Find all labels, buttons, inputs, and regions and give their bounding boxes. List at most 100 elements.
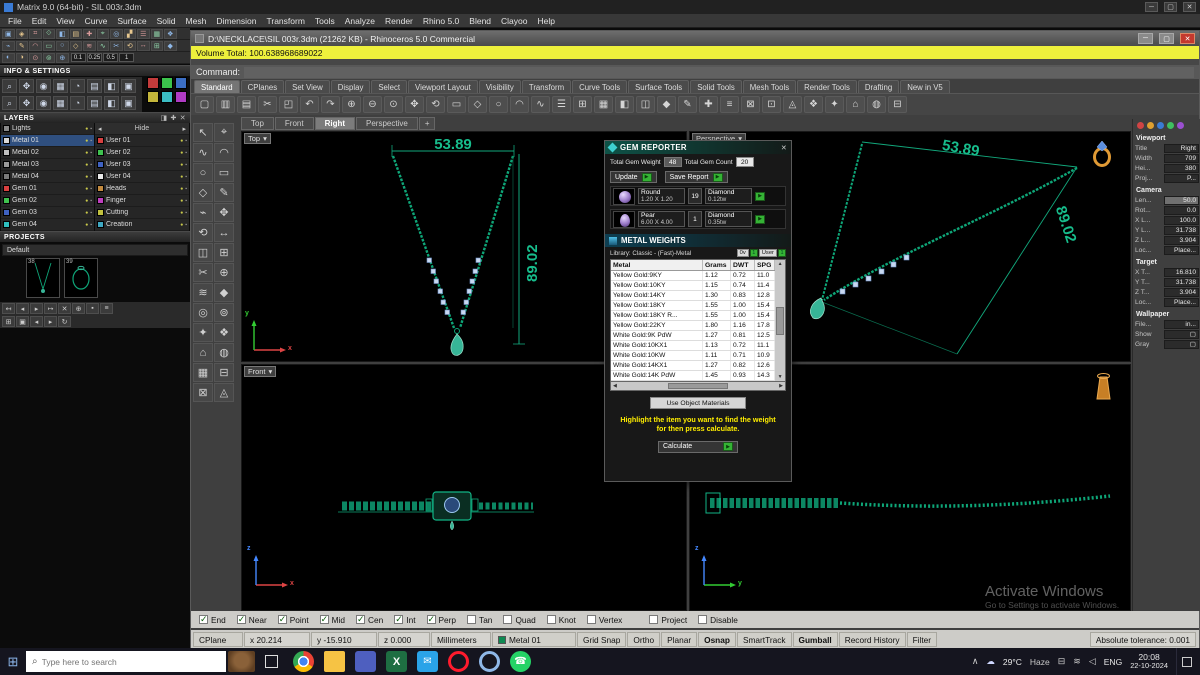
layer-row[interactable]: Gem 03 ● ▪ [1, 207, 94, 219]
project-tool-icon[interactable]: ✕ [58, 303, 71, 314]
status-toggle-button[interactable]: Osnap [698, 632, 736, 647]
hide-right-icon[interactable]: ▸ [182, 125, 186, 133]
layer-lock-icon[interactable]: ▪ [90, 222, 92, 228]
project-tool-icon[interactable]: ↦ [44, 303, 57, 314]
matrix-tool-icon[interactable]: ⟐ [42, 28, 55, 39]
menu-item[interactable]: Clayoo [496, 16, 532, 26]
checkbox-icon[interactable] [394, 614, 404, 625]
osnap-toggle[interactable]: End [199, 614, 226, 625]
layer-lock-icon[interactable]: ▪ [185, 138, 187, 144]
info-tool-icon[interactable]: ◔ [70, 96, 85, 110]
layer-color-chip[interactable] [97, 185, 104, 192]
project-item-default[interactable]: Default [2, 244, 188, 256]
matrix-tool-icon[interactable]: ◠ [29, 40, 42, 51]
status-toggle-button[interactable]: Filter [906, 632, 938, 647]
layer-color-chip[interactable] [3, 125, 10, 132]
layer-color-chip[interactable] [3, 209, 10, 216]
matrix-tool-icon[interactable]: ◎ [110, 28, 123, 39]
side-tool-icon[interactable]: ✦ [193, 323, 213, 342]
col-metal[interactable]: Metal [611, 260, 703, 270]
layer-row[interactable]: Cutting ● ▪ [95, 207, 189, 219]
checkbox-icon[interactable] [467, 615, 477, 624]
toolbar-tab[interactable]: New in V5 [900, 80, 950, 93]
checkbox-icon[interactable] [586, 615, 596, 624]
side-tool-icon[interactable]: ✎ [214, 183, 234, 202]
layer-visibility-icon[interactable]: ● [85, 138, 88, 144]
layer-row[interactable]: User 01 ● ▪ [95, 135, 189, 147]
weather-cond[interactable]: Haze [1030, 657, 1050, 667]
matrix-tool-icon[interactable]: ⊕ [56, 52, 69, 63]
side-tool-icon[interactable]: ↖ [193, 123, 213, 142]
side-tool-icon[interactable]: ❖ [214, 323, 234, 342]
toolbar-icon[interactable]: ∿ [531, 96, 550, 113]
metal-row[interactable]: White Gold:10KX1 1.13 0.72 11.1 [611, 341, 776, 351]
tray-expand-icon[interactable]: ∧ [972, 656, 979, 667]
metal-row[interactable]: White Gold:14K PdW 1.45 0.93 14.3 [611, 371, 776, 381]
new-viewport-tab[interactable]: + [418, 117, 436, 130]
menu-item[interactable]: Analyze [340, 16, 380, 26]
snap-value-button[interactable]: 0.5 [103, 53, 119, 62]
info-tool-icon[interactable]: ◧ [104, 79, 119, 93]
metal-row[interactable]: White Gold:9K PdW 1.27 0.81 12.5 [611, 331, 776, 341]
layer-visibility-icon[interactable]: ● [85, 126, 88, 132]
matrix-tool-icon[interactable]: ▦ [150, 28, 163, 39]
side-tool-icon[interactable]: ○ [193, 163, 213, 182]
gem-row[interactable]: Pear 6.00 X 4.00 1 Diamond 0.35tw ▶ [610, 209, 786, 229]
property-value[interactable]: 100.0 [1164, 215, 1199, 225]
side-tool-icon[interactable]: ◫ [193, 243, 213, 262]
metal-row[interactable]: White Gold:10KW 1.11 0.71 10.9 [611, 351, 776, 361]
run-icon[interactable]: ▶ [712, 172, 723, 182]
layer-lock-icon[interactable]: ▪ [185, 222, 187, 228]
layer-visibility-icon[interactable]: ● [180, 210, 183, 216]
osnap-toggle[interactable]: Near [236, 614, 267, 625]
layers-tool-icon[interactable]: ◨ [160, 114, 167, 122]
layer-row[interactable]: Lights ● ▪ [1, 123, 94, 135]
material-cube-icon[interactable] [161, 91, 173, 103]
matrix-tool-icon[interactable]: ⌗ [29, 28, 42, 39]
project-tool-icon[interactable]: ≡ [100, 303, 113, 314]
layer-color-chip[interactable] [3, 173, 10, 180]
properties-tab-icon[interactable] [1137, 122, 1144, 129]
calculate-button[interactable]: Calculate ▶ [658, 440, 738, 453]
layer-color-chip[interactable] [97, 149, 104, 156]
toolbar-icon[interactable]: ☰ [552, 96, 571, 113]
app-icon-blue[interactable] [355, 651, 376, 672]
layer-color-chip[interactable] [3, 137, 10, 144]
toolbar-icon[interactable]: ◧ [615, 96, 634, 113]
menu-item[interactable]: Surface [112, 16, 151, 26]
layer-visibility-icon[interactable]: ● [180, 162, 183, 168]
osnap-toggle[interactable]: Cen [356, 614, 383, 625]
close-button[interactable]: ✕ [1180, 33, 1195, 44]
metal-row[interactable]: Yellow Gold:10KY 1.15 0.74 11.4 [611, 281, 776, 291]
project-tool-icon[interactable]: ▸ [30, 303, 43, 314]
layer-row[interactable]: Finger ● ▪ [95, 195, 189, 207]
property-value[interactable]: Place... [1164, 245, 1199, 255]
checkbox-icon[interactable] [426, 614, 436, 625]
save-report-button[interactable]: Save Report ▶ [664, 171, 728, 183]
menu-item[interactable]: Transform [261, 16, 309, 26]
toolbar-icon[interactable]: ❖ [804, 96, 823, 113]
metal-row[interactable]: Yellow Gold:9KY 1.12 0.72 11.0 [611, 271, 776, 281]
toolbar-tab[interactable]: Select [371, 80, 408, 93]
weather-temp[interactable]: 29°C [1003, 657, 1022, 667]
checkbox-icon[interactable] [236, 614, 246, 625]
side-tool-icon[interactable]: ⊠ [193, 383, 213, 402]
material-cube-icon[interactable] [147, 91, 159, 103]
menu-item[interactable]: Dimension [211, 16, 261, 26]
layer-row[interactable]: Metal 01 ● ▪ [1, 135, 94, 147]
layer-row[interactable]: User 04 ● ▪ [95, 171, 189, 183]
toolbar-icon[interactable]: ↷ [321, 96, 340, 113]
layer-lock-icon[interactable]: ▪ [90, 210, 92, 216]
project-tool-icon[interactable]: ▪ [86, 303, 99, 314]
matrix-tool-icon[interactable]: ⌁ [2, 40, 15, 51]
toolbar-icon[interactable]: ◬ [783, 96, 802, 113]
metal-row[interactable]: Yellow Gold:22KY 1.80 1.16 17.8 [611, 321, 776, 331]
layer-visibility-icon[interactable]: ● [180, 174, 183, 180]
side-tool-icon[interactable]: ⊟ [214, 363, 234, 382]
layer-row[interactable]: User 03 ● ▪ [95, 159, 189, 171]
menu-item[interactable]: File [3, 16, 27, 26]
project-tool-icon[interactable]: ◂ [16, 303, 29, 314]
matrix-tool-icon[interactable]: ∿ [96, 40, 109, 51]
toolbar-icon[interactable]: ◠ [510, 96, 529, 113]
library-toggle[interactable]: User 1 [758, 249, 786, 257]
